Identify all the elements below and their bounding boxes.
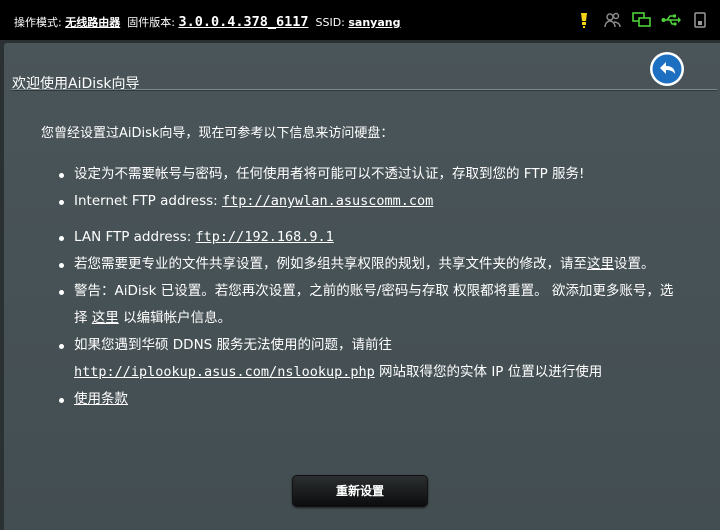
internet-ftp-label: Internet FTP address:: [74, 193, 222, 209]
list-item: 若您需要更专业的文件共享设置，例如多组共享权限的规划，共享文件夹的修改，请至这里…: [56, 251, 676, 278]
ssid-label: SSID:: [315, 16, 345, 29]
status-info: 操作模式: 无线路由器 固件版本: 3.0.0.4.378_6117 SSID:…: [14, 14, 400, 30]
intro-text: 您曾经设置过AiDisk向导，现在可参考以下信息来访问硬盘：: [41, 126, 394, 141]
network-icon[interactable]: [632, 11, 652, 29]
page-title: 欢迎使用AiDisk向导: [12, 76, 140, 92]
clients-icon[interactable]: [603, 11, 623, 29]
status-icon[interactable]: [690, 11, 710, 29]
back-button[interactable]: [649, 51, 685, 87]
share-settings-suffix: 设置。: [614, 256, 655, 272]
list-item: 如果您遇到华硕 DDNS 服务无法使用的问题，请前往 http://iplook…: [56, 332, 676, 386]
list-item: Internet FTP address: ftp://anywlan.asus…: [56, 188, 676, 215]
ddns-text: 如果您遇到华硕 DDNS 服务无法使用的问题，请前往: [74, 337, 393, 353]
title-divider: [11, 89, 717, 90]
lan-ftp-link[interactable]: ftp://192.168.9.1: [196, 229, 334, 245]
list-item: 设定为不需要帐号与密码，任何使用者将可能可以不透过认证，存取到您的 FTP 服务…: [56, 161, 676, 188]
op-mode-label: 操作模式:: [14, 16, 62, 29]
iplookup-link[interactable]: http://iplookup.asus.com/nslookup.php: [74, 364, 375, 380]
op-mode-link[interactable]: 无线路由器: [65, 16, 120, 29]
internet-ftp-link[interactable]: ftp://anywlan.asuscomm.com: [222, 193, 433, 209]
status-icons: [574, 11, 710, 29]
share-settings-link[interactable]: 这里: [587, 256, 614, 272]
no-auth-warning: 设定为不需要帐号与密码，任何使用者将可能可以不透过认证，存取到您的 FTP 服务…: [74, 166, 585, 182]
info-list: 设定为不需要帐号与密码，任何使用者将可能可以不透过认证，存取到您的 FTP 服务…: [56, 161, 676, 413]
edit-accounts-link[interactable]: 这里: [92, 310, 119, 326]
list-item: 使用条款: [56, 386, 676, 413]
firmware-label: 固件版本:: [127, 16, 175, 29]
terms-of-use-link[interactable]: 使用条款: [74, 391, 128, 407]
ddns-suffix: 网站取得您的实体 IP 位置以进行使用: [374, 364, 603, 380]
lan-ftp-label: LAN FTP address:: [74, 229, 196, 245]
firmware-link[interactable]: 3.0.0.4.378_6117: [178, 14, 308, 30]
notification-icon[interactable]: [574, 11, 594, 29]
ssid-link[interactable]: sanyang: [348, 16, 400, 29]
usb-icon[interactable]: [661, 11, 681, 29]
list-item: LAN FTP address: ftp://192.168.9.1: [56, 224, 676, 251]
back-arrow-icon: [650, 52, 684, 86]
warning-suffix: 以编辑帐户信息。: [118, 310, 232, 326]
share-settings-text: 若您需要更专业的文件共享设置，例如多组共享权限的规划，共享文件夹的修改，请至: [74, 256, 587, 272]
list-item: 警告：AiDisk 已设置。若您再次设置，之前的账号/密码与存取 权限都将重置。…: [56, 278, 676, 332]
aidisk-wizard-panel: 欢迎使用AiDisk向导 您曾经设置过AiDisk向导，现在可参考以下信息来访问…: [4, 43, 720, 530]
reset-button[interactable]: 重新设置: [292, 475, 428, 507]
top-status-bar: 操作模式: 无线路由器 固件版本: 3.0.0.4.378_6117 SSID:…: [0, 0, 720, 40]
